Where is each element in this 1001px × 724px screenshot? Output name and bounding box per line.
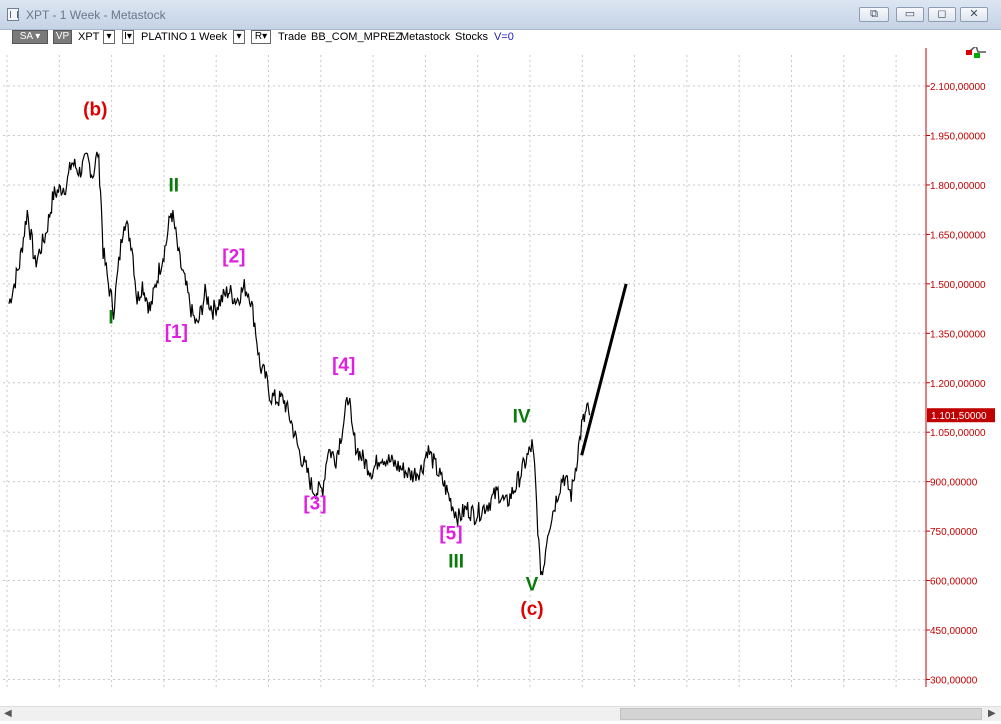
y-tick-label: 300,00000	[930, 675, 978, 686]
y-tick-label: 450,00000	[930, 626, 978, 637]
wave-label: [1]	[165, 322, 188, 343]
title-bar: XPT - 1 Week - Metastock ⧉ ▭ ◻ ✕	[0, 0, 1001, 30]
y-tick-label: 1.050,00000	[930, 428, 986, 439]
portfolio-label: BB_COM_MPREZ	[311, 31, 403, 43]
r-dropdown[interactable]: R▾	[251, 30, 271, 44]
y-tick-label: 600,00000	[930, 577, 978, 588]
last-price-tag: 1.101,50000	[927, 408, 995, 423]
y-tick-label: 1.800,00000	[930, 181, 986, 192]
y-tick-label: 1.500,00000	[930, 280, 986, 291]
app-icon	[7, 8, 19, 21]
security-name: PLATINO	[141, 31, 188, 43]
horizontal-scrollbar[interactable]: ◀ ▶	[0, 706, 1001, 721]
wave-label: II	[168, 176, 179, 197]
wave-label: (c)	[520, 599, 543, 620]
scroll-right-icon[interactable]: ▶	[988, 707, 996, 721]
sa-dropdown[interactable]: SA ▾	[12, 30, 48, 44]
tools-green-icon	[974, 53, 980, 58]
y-tick-label: 1.950,00000	[930, 132, 986, 143]
wave-label: [4]	[332, 355, 355, 376]
wave-labels: (b)(c)IIIIIIIVV[1][2][3][4][5]	[83, 100, 543, 620]
restore-layout-button[interactable]: ⧉	[859, 7, 889, 22]
y-tick-label: 1.350,00000	[930, 329, 986, 340]
chart-toolbar: SA ▾ VP XPT ▾ I▾ PLATINO 1 Week ▾ R▾ Tra…	[0, 29, 1001, 47]
wave-label: V	[526, 574, 539, 595]
chart-svg[interactable]: 2.100,00000 1.950,00000 1.800,00000 1.650,0…	[0, 44, 1001, 704]
last-price-text: 1.101,50000	[931, 411, 987, 422]
y-tick-label: 900,00000	[930, 478, 978, 489]
periodicity-dropdown-icon[interactable]: ▾	[233, 30, 245, 44]
type-label: Stocks	[455, 31, 489, 43]
y-tick-label: 1.200,00000	[930, 379, 986, 390]
scroll-left-icon[interactable]: ◀	[4, 707, 12, 721]
y-axis: 2.100,00000 1.950,00000 1.800,00000 1.650,0…	[925, 48, 986, 688]
r-label: R	[254, 31, 263, 42]
price-chart[interactable]: 2.100,00000 1.950,00000 1.800,00000 1.650,0…	[0, 44, 1001, 704]
price-line	[8, 151, 591, 576]
vp-button[interactable]: VP	[53, 30, 72, 44]
y-tick-label: 2.100,00000	[930, 82, 986, 93]
y-tick-label: 750,00000	[930, 527, 978, 538]
indicator-icon[interactable]: I▾	[122, 30, 134, 44]
source-label: Metastock	[400, 31, 451, 43]
symbol-dropdown-icon[interactable]: ▾	[103, 30, 115, 44]
symbol-label: XPT	[78, 31, 100, 43]
wave-label: [2]	[222, 246, 245, 267]
sa-label: SA	[19, 31, 33, 42]
y-tick-label: 1.650,00000	[930, 230, 986, 241]
close-button[interactable]: ✕	[960, 7, 988, 22]
window-title: XPT - 1 Week - Metastock	[26, 8, 166, 22]
scroll-thumb[interactable]	[620, 708, 982, 720]
chart-tools-icon[interactable]	[965, 44, 986, 58]
trade-label: Trade	[278, 31, 307, 43]
projection-line	[580, 283, 628, 456]
wave-label: (b)	[83, 100, 107, 121]
wave-label: IV	[513, 406, 531, 427]
tools-red-icon	[966, 50, 972, 55]
volume-label: V=0	[494, 31, 514, 43]
wave-label: III	[448, 551, 464, 572]
periodicity-label: 1 Week	[190, 31, 228, 43]
maximize-button[interactable]: ◻	[928, 7, 956, 22]
wave-label: I	[108, 307, 113, 328]
wave-label: [3]	[303, 494, 326, 515]
minimize-button[interactable]: ▭	[896, 7, 924, 22]
chart-grid	[3, 55, 926, 688]
wave-label: [5]	[439, 523, 462, 544]
